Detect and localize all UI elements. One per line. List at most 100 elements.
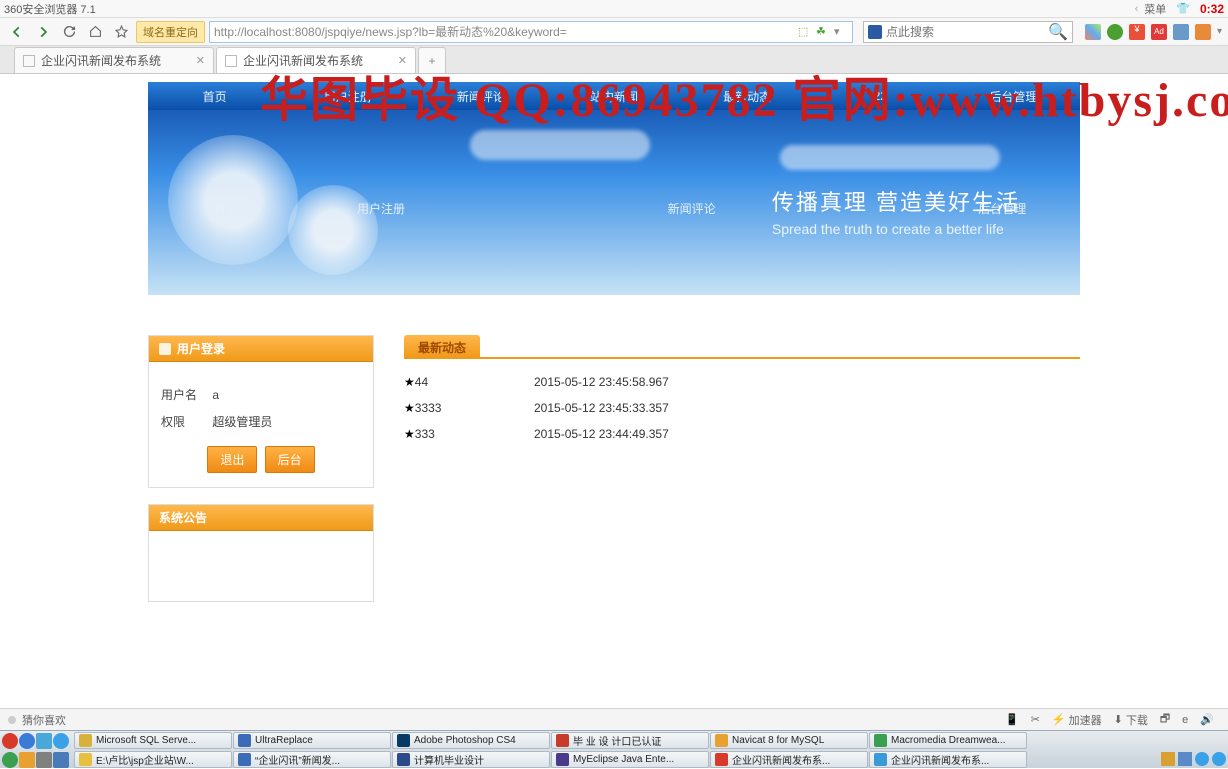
tray-qq-icon[interactable] bbox=[1212, 752, 1226, 766]
status-phone-icon[interactable]: 📱 bbox=[1005, 713, 1019, 726]
ext-adblock-icon[interactable]: Ad bbox=[1151, 24, 1167, 40]
tab-close-icon[interactable]: ✕ bbox=[398, 54, 407, 67]
tray-qq-icon[interactable] bbox=[1195, 752, 1209, 766]
browser-title: 360安全浏览器 7.1 bbox=[4, 1, 96, 17]
taskbar-label: 毕 业 设 计口已认证 bbox=[573, 733, 661, 748]
ext-chevron-icon[interactable]: ▾ bbox=[1217, 26, 1222, 37]
taskbar-button[interactable]: E:\卢比\jsp企业站\W... bbox=[74, 751, 232, 768]
nav-admin[interactable]: 后台管理 bbox=[947, 88, 1080, 105]
taskbar-button[interactable]: Adobe Photoshop CS4 bbox=[392, 732, 550, 749]
taskbar-button[interactable]: Microsoft SQL Serve... bbox=[74, 732, 232, 749]
download-button[interactable]: ⬇下载 bbox=[1114, 712, 1148, 728]
ext-grid-icon[interactable] bbox=[1085, 24, 1101, 40]
nav-home[interactable]: 首页 bbox=[148, 88, 281, 105]
address-bar[interactable]: ⬚ ☘ ▾ bbox=[209, 21, 853, 43]
news-row[interactable]: ★44 2015-05-12 23:45:58.967 bbox=[404, 369, 1080, 395]
taskbar-button[interactable]: “企业闪讯”新闻发... bbox=[233, 751, 391, 768]
taskbar-button[interactable]: 计算机毕业设计 bbox=[392, 751, 550, 768]
taskbar-label: 企业闪讯新闻发布系... bbox=[891, 752, 989, 767]
compat-icon[interactable]: ⬚ bbox=[798, 25, 812, 39]
taskbar-label: E:\卢比\jsp企业站\W... bbox=[96, 752, 194, 767]
home-button[interactable] bbox=[84, 22, 106, 42]
forward-button[interactable] bbox=[32, 22, 54, 42]
tab-close-icon[interactable]: ✕ bbox=[196, 54, 205, 67]
taskbar-app-icon bbox=[397, 734, 410, 747]
news-title: 3333 bbox=[415, 401, 442, 415]
browser-tab[interactable]: 企业闪讯新闻发布系统 ✕ bbox=[216, 47, 416, 73]
ie-icon[interactable] bbox=[19, 733, 35, 749]
status-mute-icon[interactable]: 🗗 bbox=[1160, 710, 1170, 729]
username-label: 用户名 bbox=[161, 386, 209, 403]
back-button[interactable] bbox=[6, 22, 28, 42]
ext-capture-icon[interactable] bbox=[1173, 24, 1189, 40]
taskbar-app-icon bbox=[715, 753, 728, 766]
tab-title: 企业闪讯新闻发布系统 bbox=[243, 52, 363, 69]
nav-sitenews[interactable]: 站内新闻 bbox=[547, 88, 680, 105]
panel-header: 用户登录 bbox=[149, 336, 373, 362]
slogan-en: Spread the truth to create a better life bbox=[772, 221, 1020, 237]
nav-number[interactable]: 22 bbox=[814, 89, 947, 103]
taskbar-label: “企业闪讯”新闻发... bbox=[255, 752, 340, 767]
status-ie-icon[interactable]: e bbox=[1182, 714, 1188, 726]
tab-latest[interactable]: 最新动态 bbox=[404, 335, 480, 357]
tray-icon[interactable] bbox=[1178, 752, 1192, 766]
taskbar-button[interactable]: Navicat 8 for MySQL bbox=[710, 732, 868, 749]
star-icon: ★ bbox=[404, 375, 415, 389]
qq-icon[interactable] bbox=[53, 733, 69, 749]
ext-shield-icon[interactable] bbox=[1107, 24, 1123, 40]
app-icon[interactable] bbox=[19, 752, 35, 768]
ext-game-icon[interactable] bbox=[1195, 24, 1211, 40]
menu-button[interactable]: 菜单 bbox=[1144, 1, 1166, 17]
news-row[interactable]: ★3333 2015-05-12 23:45:33.357 bbox=[404, 395, 1080, 421]
admin-button[interactable]: 后台 bbox=[265, 446, 315, 473]
favicon-icon bbox=[225, 55, 237, 67]
news-title: 333 bbox=[415, 427, 435, 441]
leaf-icon[interactable]: ☘ bbox=[816, 25, 830, 39]
reload-button[interactable] bbox=[58, 22, 80, 42]
browser-statusbar: 猜你喜欢 📱 ✂ ⚡加速器 ⬇下载 🗗 e 🔊 bbox=[0, 708, 1228, 730]
redirect-badge: 域名重定向 bbox=[136, 21, 205, 43]
accelerator-button[interactable]: ⚡加速器 bbox=[1052, 712, 1102, 728]
status-cut-icon[interactable]: ✂ bbox=[1031, 713, 1040, 726]
ext-cart-icon[interactable]: ¥ bbox=[1129, 24, 1145, 40]
news-row[interactable]: ★333 2015-05-12 23:44:49.357 bbox=[404, 421, 1080, 447]
nav-register[interactable]: 用户注册 bbox=[281, 88, 414, 105]
guess-you-like[interactable]: 猜你喜欢 bbox=[22, 712, 66, 728]
taskbar-button[interactable]: Macromedia Dreamwea... bbox=[869, 732, 1027, 749]
chevron-left-icon[interactable]: ‹ bbox=[1135, 3, 1139, 15]
nav-latest[interactable]: 最新动态 bbox=[681, 88, 814, 105]
search-engine-icon[interactable] bbox=[868, 25, 882, 39]
panel-title: 用户登录 bbox=[177, 340, 225, 357]
skin-icon[interactable]: 👕 bbox=[1176, 2, 1190, 15]
app-icon[interactable] bbox=[53, 752, 69, 768]
status-zoom-icon[interactable]: 🔊 bbox=[1200, 713, 1214, 726]
taskbar-button[interactable]: 毕 业 设 计口已认证 bbox=[551, 732, 709, 749]
taskbar-app-icon bbox=[556, 734, 569, 747]
chevron-down-icon[interactable]: ▾ bbox=[834, 25, 848, 39]
url-input[interactable] bbox=[214, 25, 798, 39]
taskbar-button[interactable]: 企业闪讯新闻发布系... bbox=[869, 751, 1027, 768]
search-bar[interactable]: 🔍 bbox=[863, 21, 1073, 43]
search-input[interactable] bbox=[886, 25, 1048, 39]
search-icon[interactable]: 🔍 bbox=[1048, 22, 1068, 42]
logout-button[interactable]: 退出 bbox=[207, 446, 257, 473]
clock-display: 0:32 bbox=[1200, 2, 1224, 16]
site-nav: 首页 用户注册 新闻评论 站内新闻 最新动态 22 后台管理 bbox=[148, 82, 1080, 110]
desktop-icon[interactable] bbox=[36, 733, 52, 749]
taskbar-button[interactable]: 企业闪讯新闻发布系... bbox=[710, 751, 868, 768]
star-button[interactable] bbox=[110, 22, 132, 42]
new-tab-button[interactable]: + bbox=[418, 47, 446, 73]
login-panel: 用户登录 用户名 a 权限 超级管理员 退出 后台 bbox=[148, 335, 374, 488]
360-icon[interactable] bbox=[2, 752, 18, 768]
taskbar-button[interactable]: MyEclipse Java Ente... bbox=[551, 751, 709, 768]
taskbar-button[interactable]: UltraReplace bbox=[233, 732, 391, 749]
app-icon[interactable] bbox=[36, 752, 52, 768]
browser-tab[interactable]: 企业闪讯新闻发布系统 ✕ bbox=[14, 47, 214, 73]
ghost-nav-item: 用户注册 bbox=[303, 200, 458, 217]
tray-icon[interactable] bbox=[1161, 752, 1175, 766]
opera-icon[interactable] bbox=[2, 733, 18, 749]
nav-comments[interactable]: 新闻评论 bbox=[414, 88, 547, 105]
ghost-nav-item: 首页 bbox=[148, 200, 303, 217]
taskbar-label: Navicat 8 for MySQL bbox=[732, 735, 824, 746]
news-title: 44 bbox=[415, 375, 428, 389]
